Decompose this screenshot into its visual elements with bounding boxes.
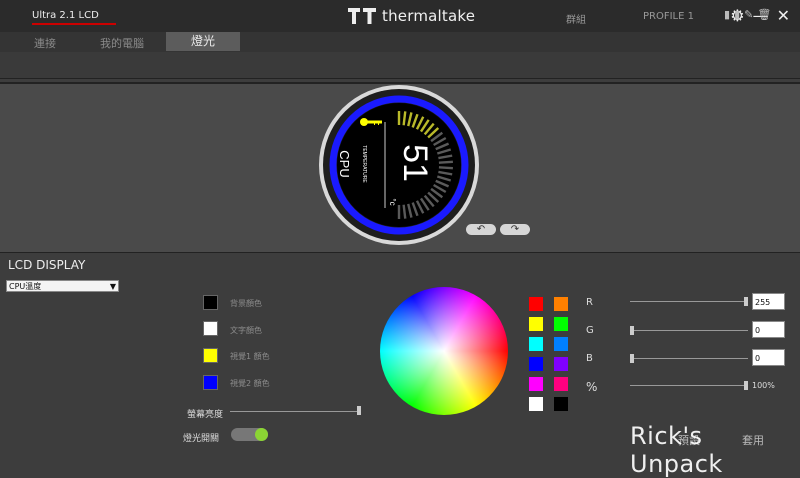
blue-value-input[interactable]: 0: [752, 349, 785, 366]
tab-lighting[interactable]: 燈光: [166, 32, 240, 51]
profile-actions: ▮ ▮ ✎ 🗑: [724, 8, 771, 21]
palette-color[interactable]: [554, 397, 568, 411]
gauge-tick: [438, 166, 453, 170]
palette-color[interactable]: [529, 337, 543, 351]
device-tab[interactable]: Ultra 2.1 LCD: [32, 10, 99, 21]
light-switch-toggle[interactable]: [231, 428, 268, 441]
text-color-swatch[interactable]: [203, 321, 218, 336]
lcd-preview: CPU TEMPERATURE 51 °c: [319, 85, 479, 245]
palette-color[interactable]: [529, 357, 543, 371]
display-mode-select[interactable]: CPU溫度 ▼: [6, 280, 119, 292]
red-slider-track[interactable]: [630, 301, 748, 302]
palette-color[interactable]: [554, 377, 568, 391]
palette-color[interactable]: [529, 297, 543, 311]
lcd-unit-label: °c: [388, 198, 397, 205]
palette-color[interactable]: [529, 397, 543, 411]
green-value-input[interactable]: 0: [752, 321, 785, 338]
display-mode-value: CPU溫度: [9, 282, 42, 291]
green-slider-thumb[interactable]: [630, 326, 634, 335]
gauge-tick: [438, 160, 453, 164]
palette-color[interactable]: [529, 377, 543, 391]
rotate-left-icon: ↶: [476, 224, 486, 235]
color-wheel[interactable]: [380, 287, 508, 415]
green-label: G: [586, 325, 594, 336]
visual1-color-label: 視覺1 顏色: [230, 352, 270, 361]
text-color-label: 文字顏色: [230, 326, 262, 335]
visual2-color-label: 視覺2 顏色: [230, 379, 270, 388]
red-value-input[interactable]: 255: [752, 293, 785, 310]
green-slider-track[interactable]: [630, 330, 748, 331]
light-switch-label: 燈光開關: [183, 434, 220, 444]
edit-pencil-icon[interactable]: ✎: [744, 8, 753, 21]
close-icon[interactable]: ✕: [777, 6, 790, 25]
rotate-left-button[interactable]: ↶: [466, 224, 496, 235]
background-color-label: 背景顏色: [230, 299, 262, 308]
visual1-color-swatch[interactable]: [203, 348, 218, 363]
red-slider-thumb[interactable]: [744, 297, 748, 306]
lcd-metric-label: TEMPERATURE: [361, 145, 367, 183]
thermaltake-logo-icon: [348, 8, 376, 24]
rotate-right-button[interactable]: ↷: [500, 224, 530, 235]
background-color-swatch[interactable]: [203, 295, 218, 310]
palette-color[interactable]: [529, 317, 543, 331]
profile-selector[interactable]: PROFILE 1: [643, 11, 694, 22]
blue-label: B: [586, 353, 593, 364]
palette-color[interactable]: [554, 357, 568, 371]
percent-value: 100%: [752, 381, 775, 390]
percent-label: %: [586, 380, 598, 394]
percent-slider-track[interactable]: [630, 385, 748, 386]
lcd-temperature-value: 51: [396, 144, 434, 182]
gauge-tick: [402, 111, 407, 126]
group-button[interactable]: 群組: [566, 11, 586, 26]
tab-my-computer[interactable]: 我的電腦: [100, 35, 144, 51]
red-label: R: [586, 297, 593, 308]
brand-logo: thermaltake: [348, 7, 475, 25]
palette-color[interactable]: [554, 297, 568, 311]
lcd-display-title: LCD DISPLAY: [8, 258, 86, 272]
device-tab-indicator: [32, 23, 116, 25]
gauge-tick: [402, 204, 407, 219]
percent-slider-thumb[interactable]: [744, 381, 748, 390]
device-bar: [0, 52, 800, 79]
blue-slider-thumb[interactable]: [630, 354, 634, 363]
tab-connect[interactable]: 連接: [34, 35, 56, 51]
brightness-slider-thumb[interactable]: [357, 406, 361, 415]
dropdown-arrow-icon: ▼: [109, 282, 116, 291]
copy-profile-icon[interactable]: ▮: [734, 8, 740, 21]
toggle-knob: [255, 428, 268, 441]
palette-color[interactable]: [554, 317, 568, 331]
palette-color[interactable]: [554, 337, 568, 351]
visual2-color-swatch[interactable]: [203, 375, 218, 390]
blue-slider-track[interactable]: [630, 358, 748, 359]
new-profile-icon[interactable]: ▮: [724, 8, 730, 21]
lcd-sensor-label: CPU: [337, 150, 352, 177]
main-tab-bar: 連接 我的電腦 燈光: [0, 32, 800, 52]
screen-brightness-label: 螢幕亮度: [187, 410, 224, 420]
brightness-slider-track[interactable]: [230, 411, 360, 412]
trash-icon[interactable]: 🗑: [757, 8, 771, 21]
watermark-text: Rick's Unpack: [630, 422, 723, 478]
brand-name: thermaltake: [382, 7, 476, 25]
rotate-right-icon: ↷: [510, 224, 520, 235]
